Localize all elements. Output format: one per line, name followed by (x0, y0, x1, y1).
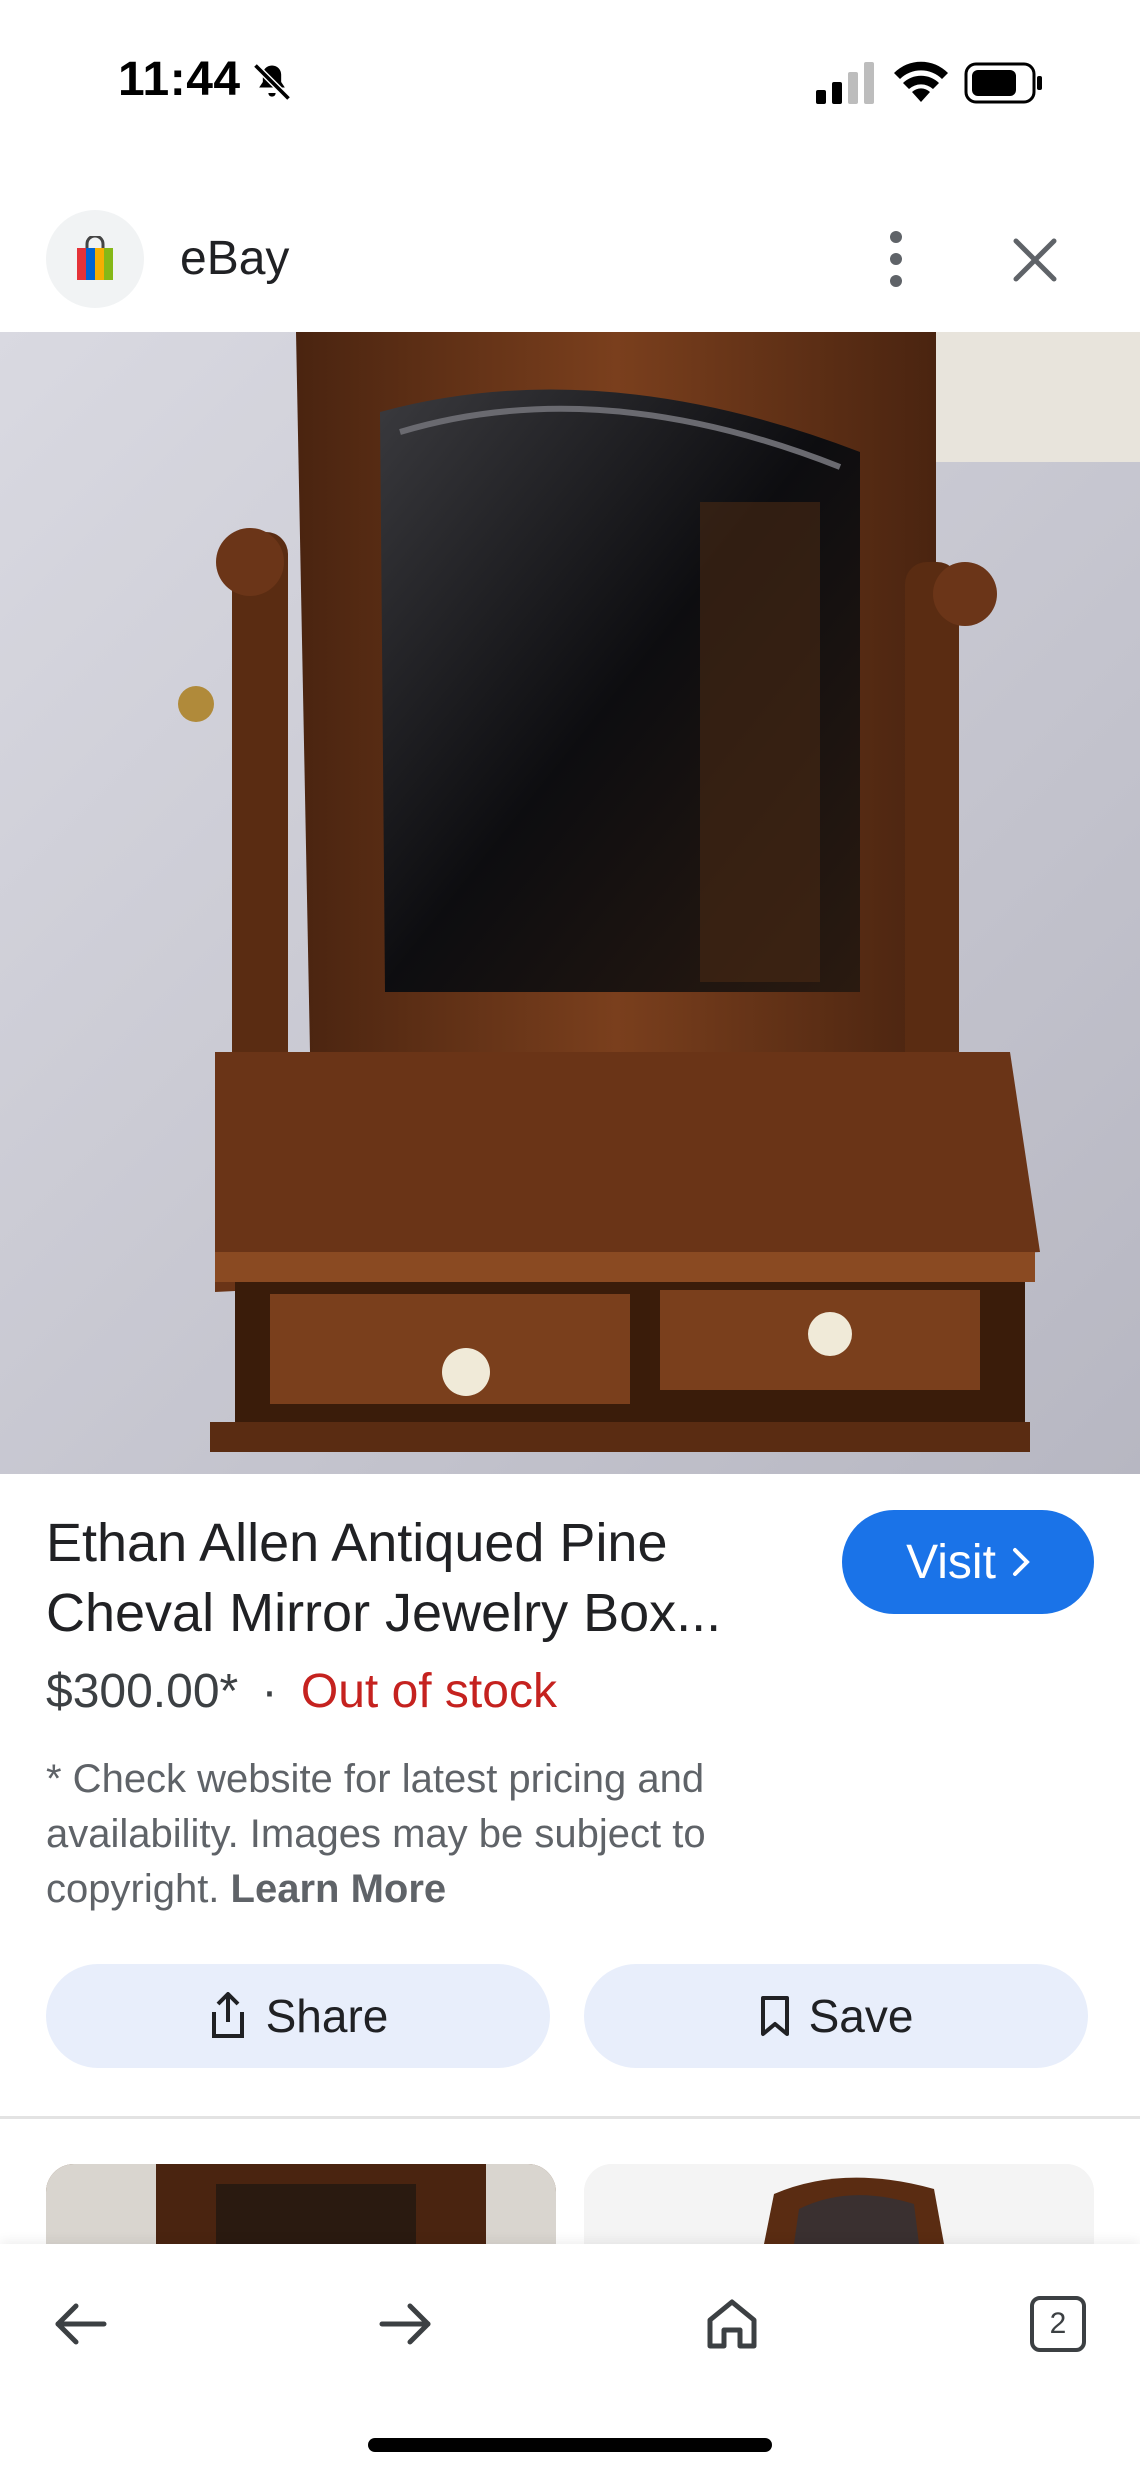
related-image-1[interactable] (46, 2164, 556, 2244)
price-row: $300.00* · Out of stock (46, 1664, 557, 1719)
tabs-icon: 2 (1030, 2296, 1086, 2352)
back-arrow-icon (55, 2303, 107, 2345)
tabs-button[interactable]: 2 (1018, 2284, 1098, 2364)
mirror-jewelry-box-image (0, 332, 1140, 1474)
product-image[interactable] (0, 332, 1140, 1474)
share-icon (211, 1992, 244, 2038)
separator-dot: · (261, 1665, 278, 1718)
forward-button[interactable] (366, 2284, 446, 2364)
close-icon[interactable] (1010, 235, 1060, 285)
visit-label: Visit (906, 1535, 996, 1589)
product-title[interactable]: Ethan Allen Antiqued Pine Cheval Mirror … (46, 1508, 806, 1648)
related-image-2-graphic (584, 2164, 1094, 2244)
signal-icon (816, 62, 874, 104)
more-vert-icon[interactable] (876, 227, 916, 291)
status-bar: 11:44 (0, 0, 1140, 170)
wifi-icon (894, 61, 948, 102)
site-name: eBay (180, 232, 290, 285)
stock-status: Out of stock (300, 1665, 557, 1718)
disclaimer: * Check website for latest pricing and a… (46, 1752, 806, 1917)
share-button[interactable]: Share (46, 1964, 550, 2068)
shopping-bag-icon (77, 236, 113, 280)
save-button[interactable]: Save (584, 1964, 1088, 2068)
bottom-navigation: 2 (0, 2244, 1140, 2471)
browser-header: eBay (0, 205, 1140, 330)
battery-icon (964, 62, 1042, 104)
save-label: Save (808, 1990, 914, 2042)
visit-button[interactable]: Visit (842, 1510, 1094, 1614)
bookmark-icon (760, 1996, 789, 2036)
back-button[interactable] (40, 2284, 120, 2364)
status-time: 11:44 (118, 53, 241, 106)
forward-arrow-icon (379, 2303, 431, 2345)
share-label: Share (265, 1990, 389, 2042)
site-logo (46, 210, 144, 308)
section-divider (0, 2116, 1140, 2119)
learn-more-link[interactable]: Learn More (231, 1867, 447, 1911)
home-indicator[interactable] (368, 2438, 772, 2452)
chevron-right-icon (1012, 1548, 1030, 1576)
home-icon (707, 2299, 757, 2349)
bell-off-icon (253, 63, 291, 101)
related-image-2[interactable] (584, 2164, 1094, 2244)
related-image-1-graphic (46, 2164, 556, 2244)
product-price: $300.00* (46, 1665, 239, 1718)
home-button[interactable] (692, 2284, 772, 2364)
